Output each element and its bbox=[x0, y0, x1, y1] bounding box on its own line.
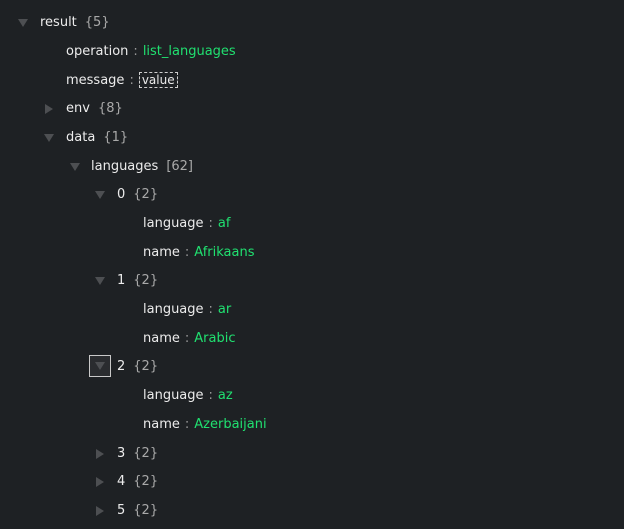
node-key: languages bbox=[91, 158, 159, 174]
node-key: name bbox=[143, 330, 180, 346]
node-key-group: 3 {2} bbox=[117, 444, 158, 464]
caret-down-icon[interactable] bbox=[14, 13, 32, 33]
node-key-group: message: value bbox=[66, 70, 178, 91]
node-key-group: 2 {2} bbox=[117, 357, 158, 377]
node-value: az bbox=[217, 388, 233, 404]
node-key: result bbox=[40, 15, 77, 30]
caret-down-icon[interactable] bbox=[91, 185, 109, 205]
caret-down-icon[interactable] bbox=[40, 128, 58, 148]
caret-right-icon[interactable] bbox=[91, 444, 109, 464]
node-key: env bbox=[66, 101, 90, 117]
separator: : bbox=[184, 244, 190, 260]
node-key: 4 bbox=[117, 474, 126, 490]
node-key: message bbox=[66, 73, 125, 89]
node-count: {2} bbox=[133, 273, 159, 289]
node-key-group: language: az bbox=[143, 386, 233, 406]
node-count: {2} bbox=[133, 502, 159, 518]
node-key-group: language: af bbox=[143, 214, 230, 234]
node-key: 0 bbox=[117, 187, 126, 203]
node-key-group: env {8} bbox=[66, 99, 123, 119]
node-key-group: result {5} bbox=[40, 13, 110, 33]
node-key-group: name: Azerbaijani bbox=[143, 415, 267, 435]
node-count: {2} bbox=[133, 445, 159, 461]
node-value: list_languages bbox=[142, 43, 236, 59]
separator: : bbox=[133, 43, 138, 59]
separator: : bbox=[184, 416, 190, 432]
node-key-group: data {1} bbox=[66, 128, 128, 148]
node-key: language bbox=[143, 215, 204, 231]
node-value: af bbox=[217, 215, 231, 231]
caret-right-icon[interactable] bbox=[91, 501, 109, 521]
node-count: [62] bbox=[166, 158, 193, 174]
node-key: 5 bbox=[117, 502, 126, 518]
separator: : bbox=[129, 73, 134, 89]
separator: : bbox=[184, 330, 190, 346]
node-key-group: name: Afrikaans bbox=[143, 243, 254, 263]
node-count: {2} bbox=[133, 474, 159, 490]
node-key-group: language: ar bbox=[143, 300, 231, 320]
node-key: operation bbox=[66, 43, 129, 59]
node-key: data bbox=[66, 129, 96, 145]
separator: : bbox=[208, 388, 213, 404]
node-count: {2} bbox=[133, 187, 159, 203]
node-value: ar bbox=[217, 302, 232, 317]
node-key: 2 bbox=[117, 359, 126, 375]
node-key: name bbox=[143, 244, 180, 260]
separator: : bbox=[208, 215, 213, 231]
caret-down-icon[interactable] bbox=[91, 271, 109, 291]
caret-right-icon[interactable] bbox=[40, 99, 58, 119]
node-key-group: languages [62] bbox=[91, 157, 193, 177]
node-count: {2} bbox=[133, 359, 159, 375]
node-key-group: 0 {2} bbox=[117, 185, 158, 205]
value-placeholder[interactable]: value bbox=[138, 72, 178, 89]
node-count: {1} bbox=[103, 129, 129, 145]
node-value: Arabic bbox=[194, 330, 236, 346]
node-key: 1 bbox=[117, 273, 126, 289]
separator: : bbox=[208, 302, 213, 317]
caret-right-icon[interactable] bbox=[91, 472, 109, 492]
node-key: language bbox=[143, 302, 204, 317]
node-key-group: 5 {2} bbox=[117, 501, 158, 521]
node-count: {5} bbox=[84, 15, 110, 30]
node-value: Afrikaans bbox=[194, 244, 255, 260]
node-key-group: 4 {2} bbox=[117, 472, 158, 492]
node-key-group: name: Arabic bbox=[143, 329, 235, 349]
node-count: {8} bbox=[97, 101, 123, 117]
node-key: name bbox=[143, 416, 180, 432]
caret-down-icon[interactable] bbox=[66, 157, 84, 177]
caret-down-icon[interactable] bbox=[89, 355, 111, 378]
node-key-group: operation: list_languages bbox=[66, 42, 236, 62]
node-value: Azerbaijani bbox=[194, 416, 267, 432]
node-key: language bbox=[143, 388, 204, 404]
node-key: 3 bbox=[117, 445, 126, 461]
node-key-group: 1 {2} bbox=[117, 271, 158, 291]
